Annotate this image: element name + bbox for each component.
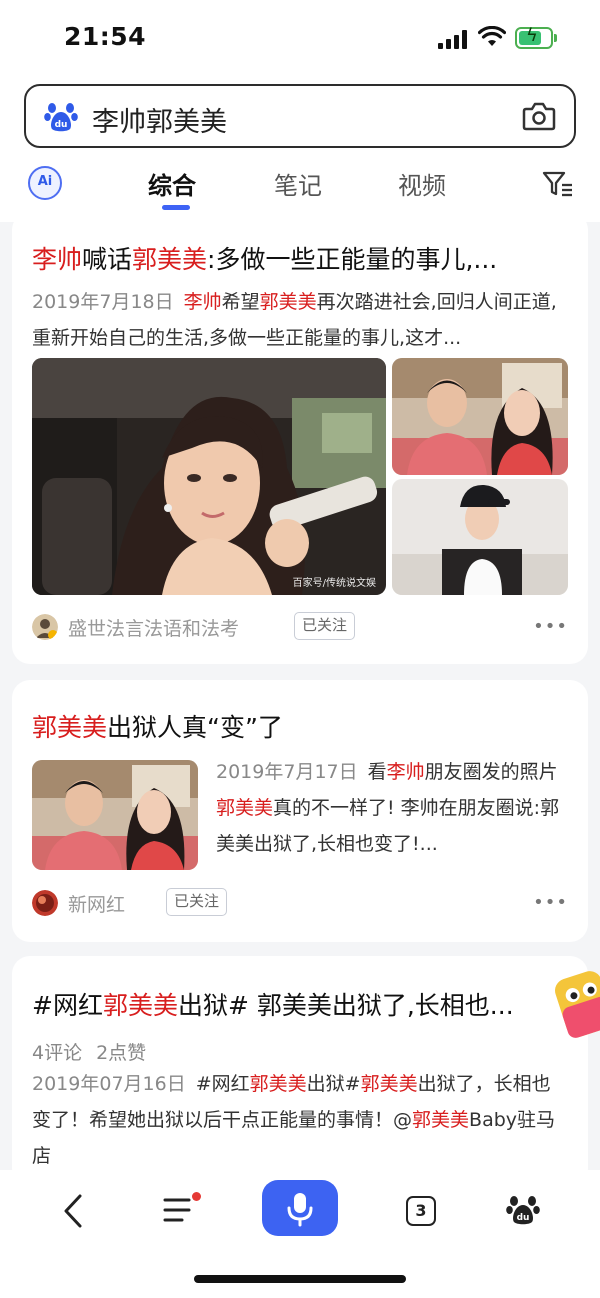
search-box[interactable]: du 李帅郭美美 <box>24 84 576 148</box>
result-image-main[interactable]: 百家号/传统说文娱 <box>32 358 386 595</box>
search-input[interactable]: 李帅郭美美 <box>92 100 227 139</box>
svg-text:du: du <box>55 120 68 130</box>
result-source[interactable]: 新网红 已关注 <box>32 888 432 918</box>
search-header: du 李帅郭美美 Ai 综合 笔记 视频 <box>0 78 600 222</box>
source-name: 新网红 <box>68 894 126 916</box>
follow-button[interactable]: 已关注 <box>294 612 356 640</box>
text-segment: #网红 <box>195 1073 250 1095</box>
tab-zonghe[interactable]: 综合 <box>148 166 196 201</box>
more-options-button[interactable]: ••• <box>533 892 568 913</box>
highlight-text: 李帅 <box>32 245 83 274</box>
highlight-text: 郭美美 <box>132 245 208 274</box>
home-indicator <box>194 1275 406 1283</box>
text-segment: 出狱# <box>306 1073 361 1095</box>
source-name: 盛世法言法语和法考 <box>68 618 240 640</box>
active-tab-indicator <box>162 205 190 210</box>
result-date: 2019年7月17日 <box>216 761 358 783</box>
signal-icon <box>438 30 468 49</box>
result-card[interactable]: #网红郭美美出狱# 郭美美出狱了,长相也... 4评论 2点赞 2019年07月1… <box>12 956 588 1186</box>
highlight-text: 郭美美 <box>32 713 108 742</box>
highlight-text: 李帅 <box>386 761 425 783</box>
source-avatar <box>32 890 58 916</box>
text-segment: 朋友圈发的照片 <box>424 761 558 783</box>
result-image-couple[interactable] <box>32 760 198 870</box>
wifi-icon <box>478 26 506 46</box>
result-source[interactable]: 盛世法言法语和法考 已关注 <box>32 612 432 642</box>
result-image-portrait[interactable] <box>392 479 568 595</box>
follow-button[interactable]: 已关注 <box>166 888 228 916</box>
highlight-text: 郭美美 <box>216 797 274 819</box>
result-date: 2019年7月18日 <box>32 291 174 313</box>
result-card[interactable]: 李帅喊话郭美美:多做一些正能量的事儿,... 2019年7月18日 李帅希望郭美美… <box>12 212 588 664</box>
result-date: 2019年07月16日 <box>32 1073 186 1095</box>
text-segment: 出狱人真“变”了 <box>107 713 283 742</box>
result-image-couple[interactable] <box>392 358 568 475</box>
text-segment: 希望 <box>221 291 260 313</box>
highlight-text: 郭美美 <box>360 1073 418 1095</box>
highlight-text: 郭美美 <box>102 991 178 1020</box>
text-segment: 出狱# 郭美美出狱了,长相也... <box>177 991 514 1020</box>
microphone-icon <box>287 1193 313 1227</box>
filter-icon[interactable] <box>542 170 574 198</box>
result-snippet: 2019年7月17日 看李帅朋友圈发的照片郭美美真的不一样了! 李帅在朋友圈说:郭… <box>216 754 568 862</box>
chevron-left-icon[interactable] <box>60 1192 88 1230</box>
result-snippet: 2019年07月16日 #网红郭美美出狱#郭美美出狱了，长相也变了！希望她出狱以后… <box>32 1066 568 1174</box>
baidu-paw-icon[interactable]: du <box>506 1192 540 1226</box>
text-segment: 喊话 <box>82 245 133 274</box>
menu-button[interactable] <box>162 1192 201 1228</box>
status-time: 21:54 <box>64 22 147 51</box>
result-card[interactable]: 郭美美出狱人真“变”了 2019年7月17日 看李帅朋友圈发的照片郭美美真的不一样… <box>12 680 588 942</box>
text-segment: #网红 <box>32 991 103 1020</box>
tab-shipin[interactable]: 视频 <box>398 166 446 201</box>
status-bar: 21:54 ϟ <box>0 0 600 78</box>
comment-count: 4评论 <box>32 1042 83 1064</box>
text-segment: :多做一些正能量的事儿,... <box>207 245 498 274</box>
highlight-text: 郭美美 <box>412 1109 470 1131</box>
highlight-text: 郭美美 <box>249 1073 307 1095</box>
tab-biji[interactable]: 笔记 <box>274 166 322 201</box>
like-count: 2点赞 <box>96 1042 147 1064</box>
more-options-button[interactable]: ••• <box>533 616 568 637</box>
source-avatar <box>32 614 58 640</box>
ai-label: Ai <box>37 174 53 189</box>
ai-assistant-button[interactable]: Ai <box>28 166 62 200</box>
highlight-text: 李帅 <box>183 291 222 313</box>
result-tabs: Ai 综合 笔记 视频 <box>0 162 600 212</box>
result-title[interactable]: 李帅喊话郭美美:多做一些正能量的事儿,... <box>32 240 562 276</box>
text-segment: 看 <box>367 761 387 783</box>
voice-search-button[interactable] <box>262 1180 338 1236</box>
couple-photo <box>392 358 568 475</box>
notification-dot <box>192 1192 201 1201</box>
result-title[interactable]: #网红郭美美出狱# 郭美美出狱了,长相也... <box>32 986 562 1022</box>
tab-count-button[interactable]: 3 <box>406 1196 436 1226</box>
woman-cap-photo <box>392 479 568 595</box>
couple-photo <box>32 760 198 870</box>
image-watermark: 百家号/传统说文娱 <box>292 578 376 589</box>
baidu-paw-icon: du <box>44 103 78 132</box>
result-stats: 4评论 2点赞 <box>32 1038 160 1065</box>
camera-icon[interactable] <box>522 100 556 132</box>
svg-text:du: du <box>517 1213 530 1223</box>
woman-car-photo <box>32 358 386 595</box>
result-snippet: 2019年7月18日 李帅希望郭美美再次踏进社会,回归人间正道,重新开始自己的生活… <box>32 284 572 356</box>
highlight-text: 郭美美 <box>259 291 317 313</box>
battery-icon: ϟ <box>515 27 557 49</box>
result-title[interactable]: 郭美美出狱人真“变”了 <box>32 708 562 744</box>
